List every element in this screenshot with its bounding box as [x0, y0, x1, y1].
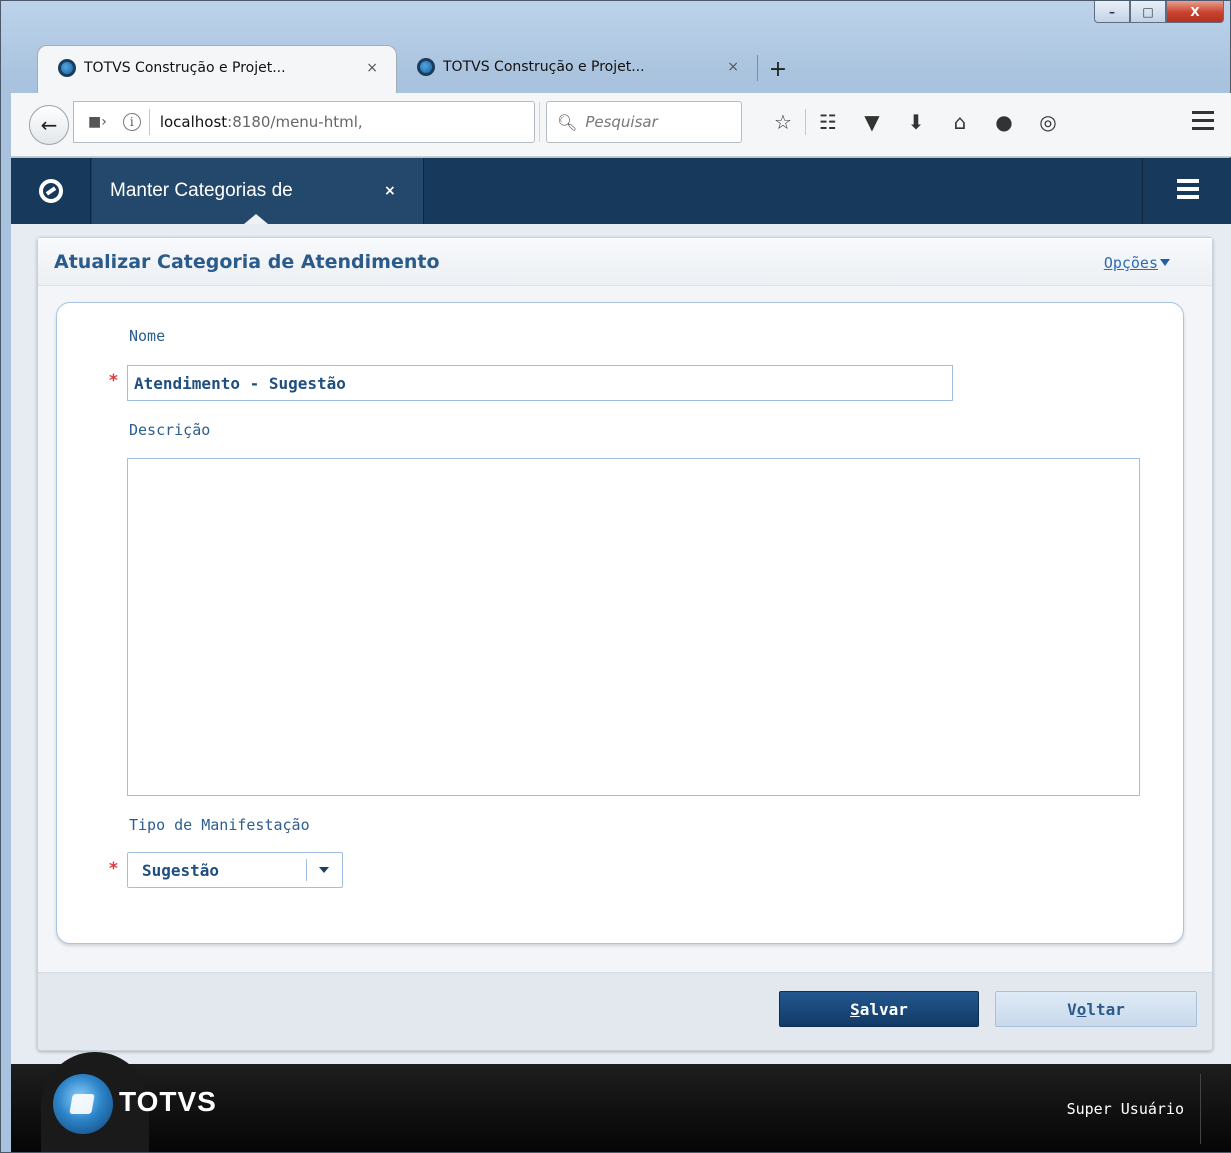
- url-separator: [148, 109, 150, 135]
- tipo-manifestacao-select[interactable]: Sugestão: [127, 852, 343, 888]
- back-arrow-icon[interactable]: ←: [29, 104, 69, 145]
- url-bar[interactable]: ■› i localhost:8180/menu-html, ↻: [73, 101, 576, 143]
- panel-header: Atualizar Categoria de Atendimento Opçõe…: [38, 238, 1212, 286]
- options-link[interactable]: Opções: [1104, 254, 1158, 272]
- tab-title: TOTVS Construção e Projet...: [84, 59, 286, 76]
- totvs-favicon-icon: [58, 58, 76, 77]
- home-icon[interactable]: ⌂: [938, 110, 982, 134]
- required-asterisk: *: [109, 859, 118, 879]
- pocket-icon[interactable]: ▼: [850, 110, 894, 134]
- app-header: Manter Categorias de ×: [11, 158, 1231, 224]
- menu-icon[interactable]: [1192, 111, 1214, 135]
- url-text[interactable]: localhost:8180/menu-html,: [160, 113, 363, 131]
- app-footer: TOTVS Super Usuário: [11, 1052, 1231, 1152]
- minimize-button[interactable]: –: [1094, 1, 1130, 23]
- current-user[interactable]: Super Usuário: [1067, 1100, 1184, 1118]
- select-separator: [306, 859, 307, 881]
- form-card: Nome * Atendimento - Sugestão Descrição …: [56, 302, 1184, 944]
- app-tab-label: Manter Categorias de: [110, 180, 293, 201]
- close-tab-icon[interactable]: ×: [366, 60, 378, 76]
- chevron-down-icon[interactable]: [319, 867, 329, 873]
- search-placeholder: Pesquisar: [585, 113, 658, 131]
- tipo-manifestacao-value: Sugestão: [142, 860, 220, 880]
- app-menu-icon[interactable]: [1142, 158, 1231, 224]
- totvs-favicon-icon: [417, 58, 435, 76]
- footer-divider: [1200, 1074, 1218, 1144]
- star-icon[interactable]: ☆: [761, 110, 805, 134]
- reader-icon[interactable]: ☷: [806, 110, 850, 134]
- chat-icon[interactable]: ●: [982, 110, 1026, 134]
- totvs-globe-logo-icon: [53, 1074, 113, 1134]
- nome-input[interactable]: Atendimento - Sugestão: [127, 365, 953, 401]
- descricao-textarea[interactable]: [127, 458, 1140, 796]
- toolbar-icons: ☆ ☷ ▼ ⬇ ⌂ ● ◎: [761, 101, 1070, 143]
- search-input[interactable]: 🔍︎ Pesquisar: [546, 101, 742, 143]
- site-identity-icon[interactable]: ■›: [88, 114, 107, 130]
- close-app-tab-icon[interactable]: ×: [384, 183, 396, 199]
- totvs-logo-icon[interactable]: [11, 158, 91, 224]
- footer-brand: TOTVS: [119, 1086, 217, 1117]
- save-button[interactable]: Salvar: [779, 991, 979, 1027]
- maximize-button[interactable]: □: [1130, 1, 1166, 23]
- navigation-bar: ← ■› i localhost:8180/menu-html, ↻ 🔍︎ Pe…: [11, 93, 1231, 157]
- descricao-label: Descrição: [129, 421, 211, 439]
- tab-title: TOTVS Construção e Projet...: [443, 59, 645, 75]
- content-area: Atualizar Categoria de Atendimento Opçõe…: [11, 224, 1231, 1064]
- tipo-manifestacao-label: Tipo de Manifestação: [129, 816, 310, 834]
- browser-tab[interactable]: TOTVS Construção e Projet... ×: [397, 45, 757, 93]
- options-caret-icon[interactable]: [1160, 259, 1170, 266]
- browser-tab-active[interactable]: TOTVS Construção e Projet... ×: [37, 45, 397, 93]
- download-icon[interactable]: ⬇: [894, 110, 938, 134]
- close-window-button[interactable]: X: [1166, 1, 1224, 23]
- close-tab-icon[interactable]: ×: [727, 59, 739, 75]
- window-controls: – □ X: [1094, 1, 1224, 25]
- browser-window: – □ X TOTVS Construção e Projet... × TOT…: [0, 0, 1231, 1153]
- browser-tabstrip: TOTVS Construção e Projet... × TOTVS Con…: [37, 41, 798, 93]
- panel-footer: Salvar Vo ltar: [38, 972, 1212, 1050]
- form-panel: Atualizar Categoria de Atendimento Opçõe…: [37, 237, 1213, 1051]
- app-tab-manter-categorias[interactable]: Manter Categorias de ×: [92, 158, 424, 224]
- page-title: Atualizar Categoria de Atendimento: [54, 250, 440, 273]
- required-asterisk: *: [109, 371, 118, 391]
- new-tab-button[interactable]: +: [758, 45, 798, 93]
- info-icon[interactable]: i: [122, 113, 141, 131]
- back-button[interactable]: Vo ltar: [995, 991, 1197, 1027]
- search-icon: 🔍︎: [557, 112, 578, 132]
- globe-icon[interactable]: ◎: [1026, 110, 1070, 134]
- active-tab-pointer: [244, 214, 268, 224]
- nome-label: Nome: [129, 327, 166, 345]
